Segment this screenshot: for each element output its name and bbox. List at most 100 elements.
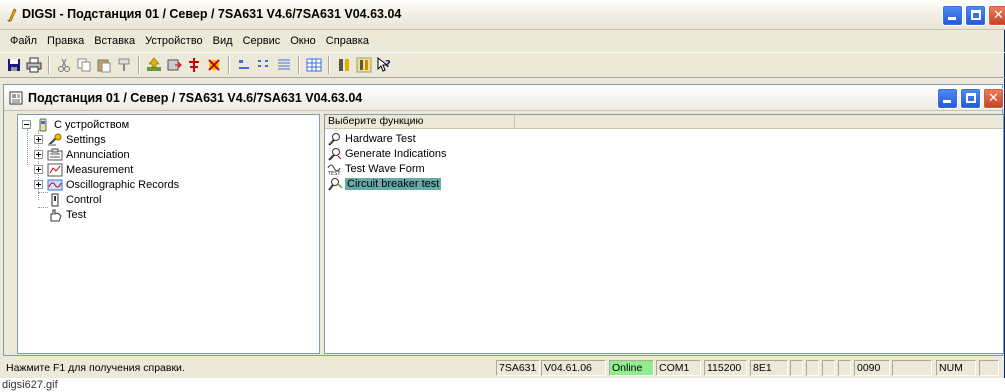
device-icon[interactable] — [166, 57, 182, 73]
document-icon — [9, 91, 23, 105]
menu-edit[interactable]: Правка — [42, 35, 89, 47]
tree-item-settings[interactable]: Settings — [34, 132, 106, 147]
menu-file[interactable]: Файл — [5, 35, 42, 47]
list-view-icon[interactable] — [256, 57, 272, 73]
status-empty-cell — [822, 360, 835, 376]
status-empty-cell — [892, 360, 932, 376]
title-bar[interactable]: DIGSI - Подстанция 01 / Север / 7SA631 V… — [0, 0, 1005, 30]
list-item-label: Generate Indications — [345, 147, 447, 160]
status-bar: Нажмите F1 для получения справки. 7SA631… — [0, 358, 1005, 378]
menu-tools[interactable]: Сервис — [238, 35, 286, 47]
list-item-test-wave-form[interactable]: TEST Test Wave Form — [327, 161, 425, 176]
list-item-hardware-test[interactable]: Hardware Test — [327, 131, 416, 146]
measurement-icon — [47, 163, 63, 176]
child-close-button[interactable]: ✕ — [983, 88, 1004, 109]
status-empty-cell — [790, 360, 803, 376]
tree-item-test[interactable]: Test — [47, 207, 86, 222]
digsi-app-icon — [7, 8, 17, 22]
circuit-breaker-test-icon — [328, 177, 343, 191]
maximize-icon — [971, 10, 981, 20]
close-icon: ✕ — [988, 91, 999, 106]
paste-icon[interactable] — [96, 57, 112, 73]
minimize-icon — [948, 17, 956, 20]
menu-device[interactable]: Устройство — [140, 35, 208, 47]
menu-view[interactable]: Вид — [208, 35, 238, 47]
format-painter-icon[interactable] — [116, 57, 132, 73]
control-icon — [51, 193, 59, 206]
status-address: 0090 — [854, 360, 890, 376]
tree-item-label: Control — [66, 193, 102, 206]
device-icon — [39, 118, 47, 131]
expand-toggle-icon[interactable] — [34, 135, 43, 144]
tree-item-measurement[interactable]: Measurement — [34, 162, 133, 177]
maximize-button[interactable] — [965, 5, 986, 26]
test-hand-icon — [50, 209, 62, 221]
list-item-label: Test Wave Form — [345, 162, 425, 175]
toolbar-separator — [48, 56, 50, 74]
oscillograph-icon — [47, 179, 63, 190]
list-header: Выберите функцию — [325, 115, 1003, 129]
status-empty-cell — [806, 360, 819, 376]
save-icon[interactable] — [6, 57, 22, 73]
toolbar-separator — [298, 56, 300, 74]
tree-item-label: Oscillographic Records — [66, 178, 180, 191]
cut-icon[interactable] — [56, 57, 72, 73]
tree-icon[interactable] — [186, 57, 202, 73]
maximize-icon — [966, 93, 976, 103]
child-minimize-button[interactable] — [937, 88, 958, 109]
minimize-button[interactable] — [942, 5, 963, 26]
tree-item-annunciation[interactable]: Annunciation — [34, 147, 130, 162]
tree-item-label: Annunciation — [66, 148, 130, 161]
status-num-lock: NUM — [936, 360, 976, 376]
print-icon[interactable] — [26, 57, 42, 73]
tree-item-oscillographic-records[interactable]: Oscillographic Records — [34, 177, 179, 192]
collapse-toggle-icon[interactable] — [22, 120, 31, 129]
upload-icon[interactable] — [146, 57, 162, 73]
digsi-window: DIGSI - Подстанция 01 / Север / 7SA631 V… — [0, 0, 1005, 378]
device-offline-icon[interactable] — [356, 57, 372, 73]
column-header-blank — [515, 115, 1003, 129]
settings-icon — [48, 133, 62, 146]
expand-toggle-icon[interactable] — [34, 180, 43, 189]
copy-icon[interactable] — [76, 57, 92, 73]
tree-item-label: Test — [66, 208, 87, 221]
status-online-badge: Online — [609, 360, 654, 376]
device-child-window: Подстанция 01 / Север / 7SA631 V4.6/7SA6… — [3, 84, 1004, 356]
toolbar-separator — [228, 56, 230, 74]
network-icon[interactable] — [206, 57, 222, 73]
child-maximize-button[interactable] — [960, 88, 981, 109]
svg-text:TEST: TEST — [327, 171, 341, 176]
generate-indications-icon — [328, 147, 342, 161]
menu-window[interactable]: Окно — [285, 35, 321, 47]
menu-insert[interactable]: Вставка — [89, 35, 140, 47]
list-item-circuit-breaker-test[interactable]: Circuit breaker test — [327, 176, 442, 191]
menu-help[interactable]: Справка — [321, 35, 374, 47]
tree-item-label: Settings — [66, 133, 106, 146]
tree-item-label: Measurement — [66, 163, 134, 176]
grid-icon[interactable] — [306, 57, 322, 73]
tree-item-control[interactable]: Control — [47, 192, 101, 207]
svg-text:?: ? — [385, 59, 391, 70]
context-help-icon[interactable]: ? — [376, 57, 392, 73]
child-title-bar[interactable]: Подстанция 01 / Север / 7SA631 V4.6/7SA6… — [4, 85, 1004, 111]
list-item-generate-indications[interactable]: Generate Indications — [327, 146, 447, 161]
annunciation-icon — [47, 148, 63, 160]
list-item-label-selected: Circuit breaker test — [345, 177, 442, 190]
toolbar-separator — [328, 56, 330, 74]
image-caption: digsi627.gif — [2, 379, 58, 391]
tree-root[interactable]: С устройством — [22, 117, 129, 132]
device-online-icon[interactable] — [336, 57, 352, 73]
expand-toggle-icon[interactable] — [34, 150, 43, 159]
menu-bar: Файл Правка Вставка Устройство Вид Серви… — [0, 31, 1005, 51]
list-item-label: Hardware Test — [345, 132, 416, 145]
toolbar-separator — [138, 56, 140, 74]
expand-toggle-icon[interactable] — [34, 165, 43, 174]
column-header-function[interactable]: Выберите функцию — [325, 115, 515, 129]
test-wave-form-icon: TEST — [327, 164, 341, 176]
status-baud: 115200 — [704, 360, 747, 376]
child-window-title: Подстанция 01 / Север / 7SA631 V4.6/7SA6… — [28, 91, 363, 105]
details-view-icon[interactable] — [276, 57, 292, 73]
small-icons-icon[interactable] — [236, 57, 252, 73]
status-port: COM1 — [656, 360, 701, 376]
close-button[interactable]: ✕ — [988, 5, 1005, 26]
